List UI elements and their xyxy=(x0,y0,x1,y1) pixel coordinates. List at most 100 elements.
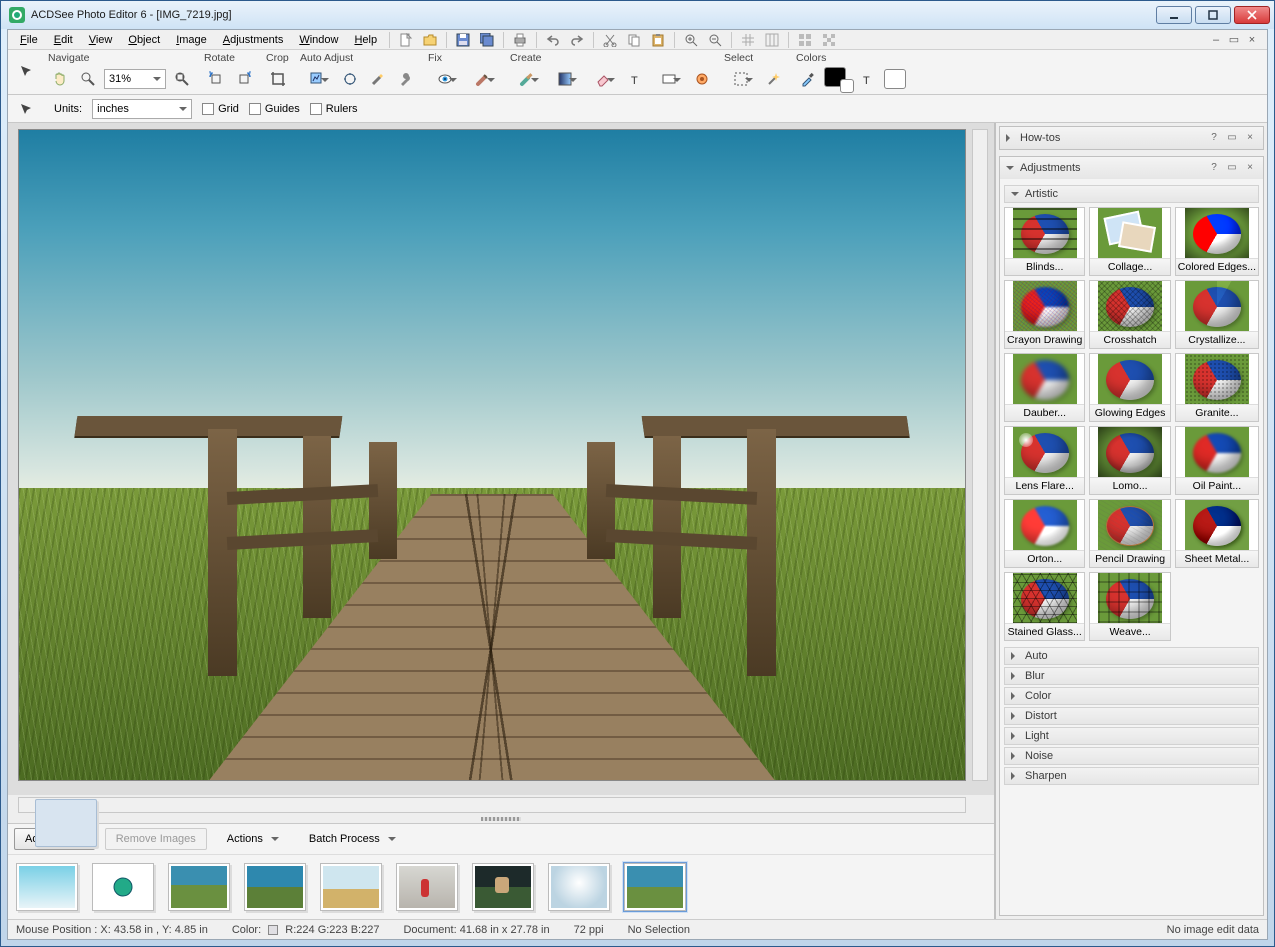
section-sharpen[interactable]: Sharpen xyxy=(1004,767,1259,785)
menu-window[interactable]: Window xyxy=(291,32,346,48)
paintbrush-icon[interactable] xyxy=(510,68,544,90)
fx-lens-flare[interactable]: Lens Flare... xyxy=(1004,426,1085,495)
section-noise[interactable]: Noise xyxy=(1004,747,1259,765)
eyedropper-icon[interactable] xyxy=(796,68,820,90)
text-color-icon[interactable]: T xyxy=(856,68,880,90)
guides-checkbox[interactable]: Guides xyxy=(249,103,300,115)
actions-menu-button[interactable]: Actions xyxy=(217,828,289,850)
section-distort[interactable]: Distort xyxy=(1004,707,1259,725)
thumbnail-item[interactable] xyxy=(92,863,154,911)
section-auto[interactable]: Auto xyxy=(1004,647,1259,665)
mdi-close-button[interactable]: × xyxy=(1245,34,1259,46)
thumbnail-item[interactable] xyxy=(624,863,686,911)
thumbnail-item[interactable] xyxy=(320,863,382,911)
fx-crystallize[interactable]: Crystallize... xyxy=(1175,280,1259,349)
thumbnail-item[interactable] xyxy=(548,863,610,911)
undo-icon[interactable] xyxy=(543,31,563,49)
adjustments-panel-header[interactable]: Adjustments ? ▭ × xyxy=(1000,157,1263,179)
menu-adjustments[interactable]: Adjustments xyxy=(215,32,292,48)
fx-crosshatch[interactable]: Crosshatch xyxy=(1089,280,1170,349)
fx-pencil-drawing[interactable]: Pencil Drawing xyxy=(1089,499,1170,568)
canvas-viewport[interactable] xyxy=(8,123,994,795)
close-panel-icon[interactable]: × xyxy=(1243,162,1257,174)
thumbnail-strip[interactable] xyxy=(8,855,994,919)
section-light[interactable]: Light xyxy=(1004,727,1259,745)
color-wells[interactable] xyxy=(824,67,852,91)
fx-crayon-drawing[interactable]: Crayon Drawing xyxy=(1004,280,1085,349)
canvas-horizontal-scrollbar[interactable] xyxy=(18,797,966,813)
pan-hand-icon[interactable] xyxy=(48,68,72,90)
canvas-vertical-scrollbar[interactable] xyxy=(972,129,988,781)
zoom-out-icon[interactable] xyxy=(705,31,725,49)
mdi-minimize-button[interactable]: – xyxy=(1209,34,1223,46)
shapes-icon[interactable] xyxy=(652,68,686,90)
copy-icon[interactable] xyxy=(624,31,644,49)
fx-weave[interactable]: Weave... xyxy=(1089,572,1170,641)
section-color[interactable]: Color xyxy=(1004,687,1259,705)
collapse-icon[interactable]: ▭ xyxy=(1225,162,1239,174)
fx-lomo[interactable]: Lomo... xyxy=(1089,426,1170,495)
cut-icon[interactable] xyxy=(600,31,620,49)
open-folder-icon[interactable] xyxy=(420,31,440,49)
rulers-checkbox[interactable]: Rulers xyxy=(310,103,358,115)
os-maximize-button[interactable] xyxy=(1195,6,1231,24)
thumbnail-item[interactable] xyxy=(396,863,458,911)
help-icon[interactable]: ? xyxy=(1207,162,1221,174)
gradient-icon[interactable] xyxy=(548,68,582,90)
fill-color-well[interactable] xyxy=(884,69,906,89)
print-icon[interactable] xyxy=(510,31,530,49)
zoom-combo[interactable]: 31% xyxy=(104,69,166,89)
fx-collage[interactable]: Collage... xyxy=(1089,207,1170,276)
redeye-icon[interactable] xyxy=(428,68,462,90)
grid2-icon[interactable] xyxy=(762,31,782,49)
section-blur[interactable]: Blur xyxy=(1004,667,1259,685)
menu-object[interactable]: Object xyxy=(120,32,168,48)
help-icon[interactable]: ? xyxy=(1207,132,1221,144)
remove-images-button[interactable]: Remove Images xyxy=(105,828,207,850)
menu-view[interactable]: View xyxy=(81,32,121,48)
fx-sheet-metal[interactable]: Sheet Metal... xyxy=(1175,499,1259,568)
thumbnail-item[interactable] xyxy=(16,863,78,911)
pointer-tool2-icon[interactable] xyxy=(14,98,38,120)
menu-file[interactable]: File xyxy=(12,32,46,48)
batch-process-menu-button[interactable]: Batch Process xyxy=(299,828,406,850)
zoom-tool-icon[interactable] xyxy=(76,68,100,90)
fx-colored-edges[interactable]: Colored Edges... xyxy=(1175,207,1259,276)
document-canvas[interactable] xyxy=(18,129,966,781)
auto-fix-icon[interactable] xyxy=(366,68,390,90)
fx-blinds[interactable]: Blinds... xyxy=(1004,207,1085,276)
menu-help[interactable]: Help xyxy=(346,32,385,48)
autolevels-icon[interactable] xyxy=(300,68,334,90)
pointer-tool-icon[interactable] xyxy=(14,60,38,82)
eraser-icon[interactable] xyxy=(586,68,620,90)
os-close-button[interactable] xyxy=(1234,6,1270,24)
text-tool-icon[interactable]: T xyxy=(624,68,648,90)
marquee-icon[interactable] xyxy=(724,68,758,90)
settings-wrench-icon[interactable] xyxy=(394,68,418,90)
collapse-icon[interactable]: ▭ xyxy=(1225,132,1239,144)
new-file-icon[interactable] xyxy=(396,31,416,49)
zoom-in-icon[interactable] xyxy=(681,31,701,49)
crop-icon[interactable] xyxy=(266,68,290,90)
grid-checkbox[interactable]: Grid xyxy=(202,103,239,115)
units-combo[interactable]: inches xyxy=(92,99,192,119)
grid-icon[interactable] xyxy=(738,31,758,49)
mdi-restore-button[interactable]: ▭ xyxy=(1227,34,1241,46)
heal-brush-icon[interactable] xyxy=(466,68,500,90)
save-all-icon[interactable] xyxy=(477,31,497,49)
fx-glowing-edges[interactable]: Glowing Edges xyxy=(1089,353,1170,422)
background-color-well[interactable] xyxy=(840,79,854,93)
align2-icon[interactable] xyxy=(819,31,839,49)
fx-granite[interactable]: Granite... xyxy=(1175,353,1259,422)
menu-image[interactable]: Image xyxy=(168,32,215,48)
fx-orton[interactable]: Orton... xyxy=(1004,499,1085,568)
rotate-left-icon[interactable] xyxy=(204,68,228,90)
howtos-panel-header[interactable]: How-tos ? ▭ × xyxy=(1000,127,1263,149)
fx-dauber[interactable]: Dauber... xyxy=(1004,353,1085,422)
paste-icon[interactable] xyxy=(648,31,668,49)
rotate-right-icon[interactable] xyxy=(232,68,256,90)
magic-wand-icon[interactable] xyxy=(338,68,362,90)
fx-stained-glass[interactable]: Stained Glass... xyxy=(1004,572,1085,641)
align-icon[interactable] xyxy=(795,31,815,49)
save-icon[interactable] xyxy=(453,31,473,49)
